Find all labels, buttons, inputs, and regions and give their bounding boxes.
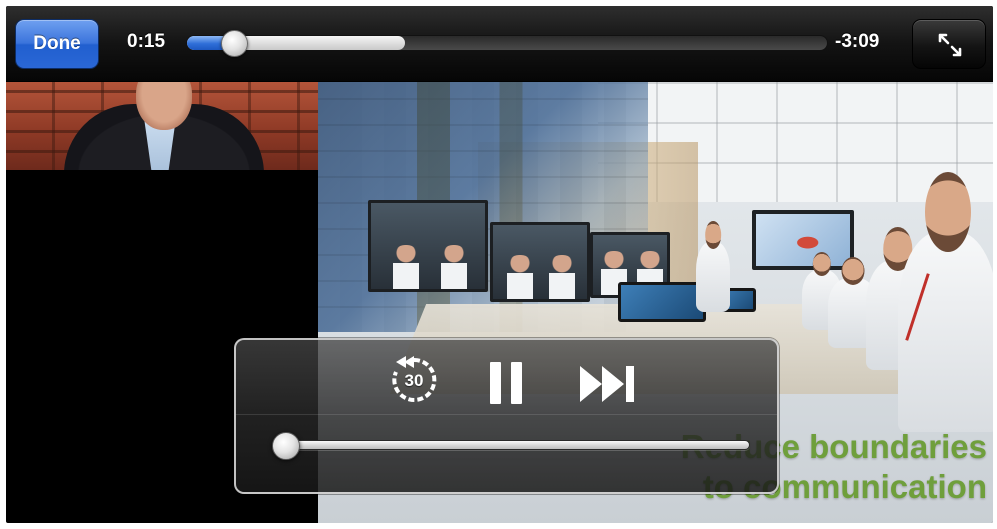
seated-doctor (898, 232, 993, 432)
volume-slider-track[interactable] (280, 440, 750, 450)
fullscreen-toggle-button[interactable] (912, 19, 986, 69)
pause-icon (490, 362, 522, 404)
rewind-seconds-label: 30 (404, 371, 424, 390)
telepresence-screen (368, 200, 488, 292)
next-track-button[interactable] (576, 362, 638, 406)
next-track-icon (580, 366, 634, 402)
top-control-bar: Done 0:15 -3:09 (6, 6, 993, 82)
remaining-time: -3:09 (835, 31, 880, 52)
video-player: Reduce boundaries to communication Done … (6, 6, 993, 523)
playback-scrubber-thumb[interactable] (221, 30, 249, 57)
pause-button[interactable] (486, 358, 526, 408)
rewind-30-button[interactable]: 30 (386, 352, 442, 408)
telepresence-screen (490, 222, 590, 302)
done-button[interactable]: Done (15, 19, 99, 69)
volume-slider-thumb[interactable] (272, 432, 300, 460)
laptop (618, 282, 706, 322)
presenter-video-inset (6, 82, 318, 170)
playback-scrubber-track[interactable] (186, 35, 828, 51)
presenter-doctor (696, 242, 730, 312)
transport-controls-panel: 30 (234, 338, 779, 494)
fullscreen-toggle-icon (938, 33, 962, 57)
elapsed-time: 0:15 (127, 31, 166, 52)
wall-display (752, 210, 854, 270)
